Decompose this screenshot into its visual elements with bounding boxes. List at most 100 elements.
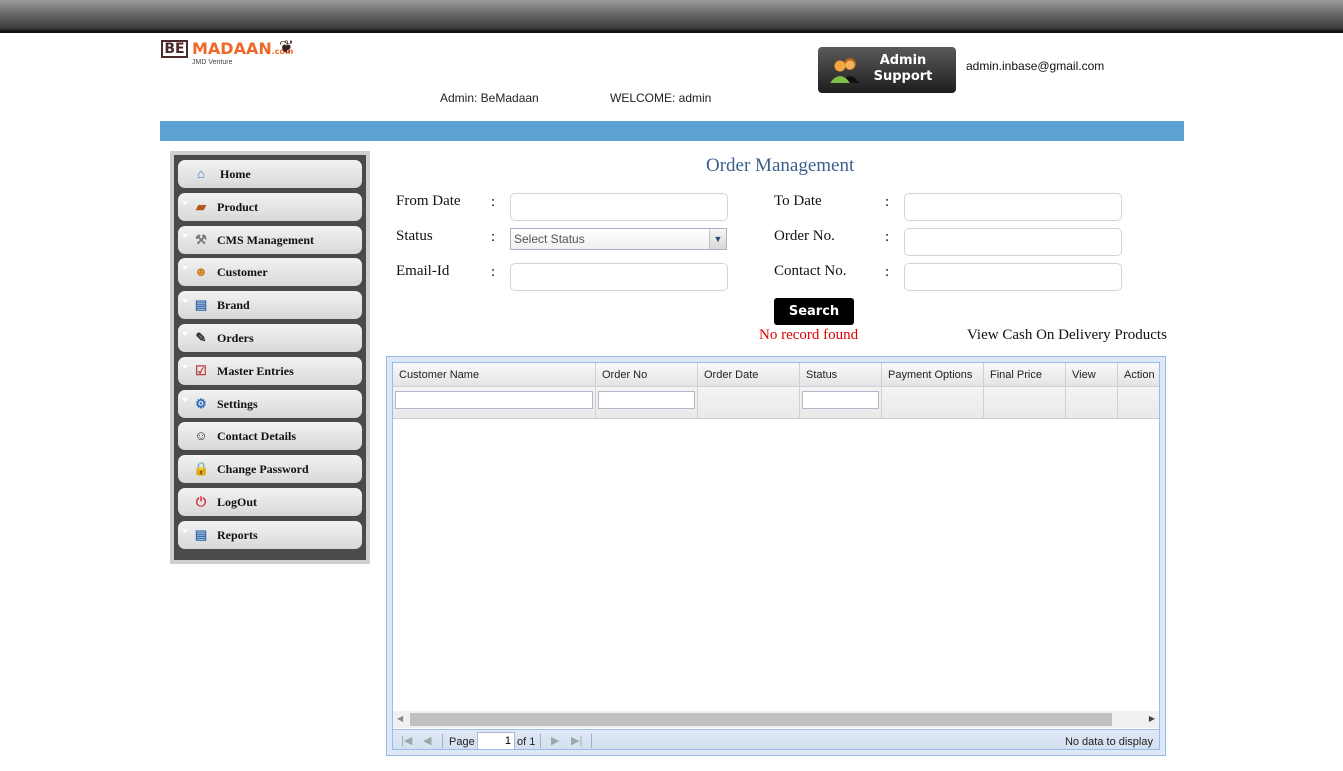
- column-header-view[interactable]: View: [1066, 363, 1118, 387]
- page-label: Page: [449, 736, 475, 748]
- filter-cell: [698, 387, 800, 419]
- filter-cell: [984, 387, 1066, 419]
- prev-page-icon[interactable]: ◀: [423, 734, 431, 747]
- browser-top-bar: [0, 0, 1343, 33]
- view-cod-products-link[interactable]: View Cash On Delivery Products: [967, 327, 1167, 344]
- column-header-final-price[interactable]: Final Price: [984, 363, 1066, 387]
- product-box-icon: ▰: [196, 198, 206, 214]
- sidebar-item-label: Home: [220, 167, 251, 181]
- from-date-input[interactable]: [510, 193, 728, 221]
- expand-caret-icon[interactable]: [182, 266, 188, 271]
- first-page-icon[interactable]: |◀: [401, 734, 412, 747]
- filter-cell: [596, 387, 698, 419]
- filter-cell: [1118, 387, 1159, 419]
- sidebar-item-label: CMS Management: [217, 232, 314, 247]
- sidebar-item-master-entries[interactable]: ☑ Master Entries: [178, 356, 362, 385]
- colon: :: [491, 229, 496, 245]
- filter-cell: [882, 387, 984, 419]
- sidebar-item-product[interactable]: ▰ Product: [178, 192, 362, 221]
- colon: :: [491, 194, 496, 210]
- checklist-icon: ☑: [195, 362, 207, 378]
- pager-separator: [540, 734, 541, 748]
- pager-separator: [591, 734, 592, 748]
- welcome-label: WELCOME: admin: [610, 91, 712, 105]
- order-no-input[interactable]: [904, 228, 1122, 256]
- to-date-input[interactable]: [904, 193, 1122, 221]
- no-record-message: No record found: [759, 327, 859, 343]
- sidebar-item-cms-management[interactable]: ⚒ CMS Management: [178, 225, 362, 254]
- sidebar-item-logout[interactable]: ⏻ LogOut: [178, 487, 362, 516]
- column-header-order-date[interactable]: Order Date: [698, 363, 800, 387]
- support-button-label: Admin Support: [868, 53, 938, 85]
- last-page-icon[interactable]: ▶|: [571, 734, 582, 747]
- power-icon: ⏻: [195, 493, 207, 509]
- pager-separator: [442, 734, 443, 748]
- expand-caret-icon[interactable]: [182, 331, 188, 336]
- sidebar-item-reports[interactable]: ▤ Reports: [178, 520, 362, 549]
- header-accent-bar: [160, 121, 1184, 141]
- sidebar-nav: ⌂ Home ▰ Product ⚒ CMS Management ☻ Customer ▤ Br…: [170, 151, 370, 564]
- pager-status: No data to display: [1064, 736, 1153, 748]
- site-logo[interactable]: BE MADAAN.com JMD Venture ❦: [161, 37, 296, 71]
- expand-caret-icon[interactable]: [182, 200, 188, 205]
- admin-support-button[interactable]: Admin Support: [818, 47, 956, 93]
- chevron-down-icon[interactable]: ▼: [709, 229, 726, 249]
- filter-cell: [1066, 387, 1118, 419]
- expand-caret-icon[interactable]: [182, 528, 188, 533]
- sidebar-item-label: Orders: [217, 330, 254, 345]
- scrollbar-thumb[interactable]: [410, 713, 1112, 726]
- grid-header-row: Customer Name Order No Order Date Status Pay…: [393, 363, 1159, 387]
- list-icon: ▤: [194, 297, 208, 313]
- search-button[interactable]: Search: [774, 298, 854, 325]
- filter-cell: [393, 387, 596, 419]
- sidebar-item-label: Settings: [217, 396, 258, 411]
- column-header-order-no[interactable]: Order No: [596, 363, 698, 387]
- logo-tagline: JMD Venture: [192, 59, 233, 66]
- sidebar-item-home[interactable]: ⌂ Home: [178, 160, 362, 188]
- support-email[interactable]: admin.inbase@gmail.com: [966, 59, 1104, 73]
- scroll-right-arrow-icon[interactable]: ▶: [1149, 714, 1155, 723]
- column-header-payment-options[interactable]: Payment Options: [882, 363, 984, 387]
- customer-icon: ☻: [194, 264, 208, 280]
- logo-be: BE: [161, 40, 188, 58]
- sidebar-item-change-password[interactable]: 🔒 Change Password: [178, 455, 362, 484]
- report-icon: ▤: [194, 526, 208, 542]
- page-of-label: of 1: [517, 736, 536, 748]
- filter-input-order-no[interactable]: [598, 391, 695, 409]
- expand-caret-icon[interactable]: [182, 233, 188, 238]
- filter-input-status[interactable]: [802, 391, 879, 409]
- scroll-left-arrow-icon[interactable]: ◀: [397, 714, 403, 723]
- colon: :: [491, 264, 496, 280]
- sidebar-item-label: Master Entries: [217, 363, 294, 378]
- sidebar-item-settings[interactable]: ⚙ Settings: [178, 389, 362, 418]
- sidebar-item-contact-details[interactable]: ☺ Contact Details: [178, 422, 362, 451]
- email-label: Email-Id: [396, 263, 450, 279]
- filter-input-customer-name[interactable]: [395, 391, 593, 409]
- horizontal-scrollbar[interactable]: ◀ ▶: [393, 711, 1159, 728]
- status-select[interactable]: Select Status ▼: [510, 228, 727, 250]
- support-people-icon: [830, 58, 859, 83]
- next-page-icon[interactable]: ▶: [551, 734, 559, 747]
- sidebar-item-label: Reports: [217, 527, 258, 542]
- sidebar-item-label: Contact Details: [217, 429, 296, 444]
- expand-caret-icon[interactable]: [182, 364, 188, 369]
- sidebar-item-customer[interactable]: ☻ Customer: [178, 258, 362, 287]
- page-number-input[interactable]: [477, 732, 515, 749]
- page-title: Order Management: [706, 155, 855, 176]
- expand-caret-icon[interactable]: [182, 299, 188, 304]
- sidebar-item-label: LogOut: [217, 494, 258, 509]
- contact-no-input[interactable]: [904, 263, 1122, 291]
- expand-caret-icon[interactable]: [182, 397, 188, 402]
- sidebar-item-brand[interactable]: ▤ Brand: [178, 291, 362, 320]
- support-line2: Support: [873, 69, 933, 84]
- order-no-label: Order No.: [774, 228, 835, 244]
- contact-no-label: Contact No.: [774, 263, 847, 279]
- column-header-status[interactable]: Status: [800, 363, 882, 387]
- column-header-action[interactable]: Action: [1118, 363, 1159, 387]
- lock-icon: 🔒: [193, 461, 210, 477]
- gear-icon: ⚙: [195, 395, 207, 411]
- column-header-customer-name[interactable]: Customer Name: [393, 363, 596, 387]
- sidebar-item-orders[interactable]: ✎ Orders: [178, 323, 362, 352]
- sidebar-item-label: Product: [217, 199, 259, 214]
- email-input[interactable]: [510, 263, 728, 291]
